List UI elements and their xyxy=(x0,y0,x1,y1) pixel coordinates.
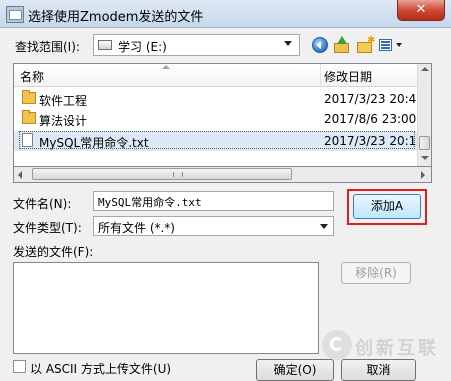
scroll-down-icon[interactable] xyxy=(421,156,429,160)
view-menu-icon[interactable] xyxy=(377,35,405,55)
back-icon[interactable] xyxy=(310,35,330,55)
text-file-icon xyxy=(22,133,33,147)
item-modified: 2017/8/6 23:00 xyxy=(324,112,417,126)
add-button[interactable]: 添加A xyxy=(353,194,421,219)
folder-icon xyxy=(22,110,36,124)
item-name: 软件工程 xyxy=(39,94,88,108)
close-button[interactable]: ✕ xyxy=(397,0,445,21)
scroll-thumb[interactable] xyxy=(32,168,292,180)
sent-files-list[interactable] xyxy=(13,262,319,354)
drive-icon xyxy=(98,40,112,50)
item-name: 算法设计 xyxy=(39,114,88,128)
up-folder-icon[interactable] xyxy=(332,35,352,55)
new-folder-icon[interactable]: ✱ xyxy=(355,35,375,55)
look-in-label: 查找范围(I): xyxy=(15,40,80,54)
sort-ascending-icon xyxy=(162,65,170,69)
watermark-text: 创新互联 xyxy=(355,338,439,359)
file-type-label: 文件类型(T): xyxy=(13,221,82,235)
look-in-value: 学习 (E:) xyxy=(118,40,167,54)
look-in-dropdown[interactable]: 学习 (E:) xyxy=(93,34,300,56)
horizontal-scrollbar[interactable] xyxy=(13,167,432,183)
file-list-header: 名称 修改日期 xyxy=(14,64,417,87)
ascii-checkbox-label[interactable]: 以 ASCII 方式上传文件(U) xyxy=(30,360,171,377)
list-item[interactable]: 算法设计 2017/8/6 23:00 xyxy=(14,109,417,129)
scroll-up-icon[interactable] xyxy=(421,67,429,71)
chevron-down-icon[interactable] xyxy=(284,41,292,46)
list-item-selected[interactable]: MySQL常用命令.txt 2017/3/23 20:12 xyxy=(14,131,424,151)
file-type-value: 所有文件 (*.*) xyxy=(98,221,175,235)
window-title: 选择使用Zmodem发送的文件 xyxy=(28,10,204,25)
grip-icon xyxy=(173,172,183,177)
remove-button[interactable]: 移除(R) xyxy=(341,262,411,284)
chevron-down-icon[interactable] xyxy=(320,224,328,229)
sent-files-label: 发送的文件(F): xyxy=(13,245,94,259)
column-header-modified[interactable]: 修改日期 xyxy=(324,68,372,85)
scroll-thumb[interactable] xyxy=(419,136,430,150)
file-type-dropdown[interactable]: 所有文件 (*.*) xyxy=(93,216,334,236)
file-name-label: 文件名(N): xyxy=(13,197,72,211)
title-bar: 选择使用Zmodem发送的文件 ✕ xyxy=(0,0,451,28)
column-divider[interactable] xyxy=(320,64,321,86)
file-name-input[interactable]: MySQL常用命令.txt xyxy=(93,191,334,211)
item-name: MySQL常用命令.txt xyxy=(39,136,149,150)
column-header-name[interactable]: 名称 xyxy=(20,68,44,85)
file-list[interactable]: 名称 修改日期 软件工程 2017/3/23 20:40 算法设计 2017/8… xyxy=(13,63,432,167)
scroll-right-icon[interactable] xyxy=(421,171,425,179)
watermark-logo-icon xyxy=(322,330,352,360)
list-item[interactable]: 软件工程 2017/3/23 20:40 xyxy=(14,89,424,109)
ascii-checkbox[interactable] xyxy=(13,360,26,373)
app-window-icon xyxy=(6,6,24,23)
folder-icon xyxy=(22,90,36,104)
item-modified: 2017/3/23 20:12 xyxy=(324,134,424,148)
vertical-scrollbar[interactable] xyxy=(417,64,431,166)
scroll-left-icon[interactable] xyxy=(18,171,22,179)
item-modified: 2017/3/23 20:40 xyxy=(324,92,424,106)
